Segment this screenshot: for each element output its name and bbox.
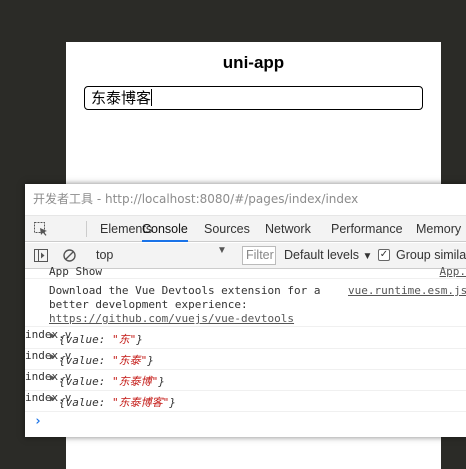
expand-triangle-icon[interactable]: ▶: [50, 373, 55, 383]
expand-triangle-icon[interactable]: ▶: [50, 352, 55, 362]
message-text: Download the Vue Devtools extension for …: [49, 284, 321, 297]
log-object: {value: "东泰博"}: [59, 375, 165, 388]
tab-separator: [86, 221, 87, 237]
inspect-element-icon[interactable]: [34, 222, 48, 236]
page-title: uni-app: [222, 53, 285, 72]
clear-console-icon[interactable]: [63, 249, 76, 262]
tab-performance[interactable]: Performance: [331, 216, 403, 242]
expand-triangle-icon[interactable]: ▶: [50, 331, 55, 341]
console-log-row[interactable]: ▶ {value: "东泰"} index.v: [25, 349, 466, 370]
console-message: Download the Vue Devtools extension for …: [25, 282, 466, 327]
input-value: 东泰博客: [91, 89, 152, 107]
log-object: {value: "东泰博客"}: [59, 396, 176, 409]
message-link[interactable]: https://github.com/vuejs/vue-devtools: [49, 312, 294, 325]
devtools-title: 开发者工具 - http://localhost:8080/#/pages/in…: [25, 184, 466, 214]
filter-input[interactable]: Filter: [242, 246, 276, 265]
console-output: App Show App. Download the Vue Devtools …: [25, 265, 466, 437]
sidebar-toggle-icon[interactable]: [34, 249, 48, 262]
console-prompt[interactable]: ›: [34, 414, 42, 429]
console-log-row[interactable]: ▶ {value: "东"} index.v: [25, 328, 466, 349]
devtools-tab-bar: Elements Console Sources Network Perform…: [25, 215, 466, 242]
context-select[interactable]: top: [96, 246, 229, 265]
tab-network[interactable]: Network: [265, 216, 311, 242]
tab-sources[interactable]: Sources: [204, 216, 250, 242]
chevron-down-icon: ▼: [362, 251, 373, 262]
context-value: top: [96, 248, 114, 262]
devtools-window: 开发者工具 - http://localhost:8080/#/pages/in…: [25, 184, 466, 437]
message-source-link[interactable]: App.: [440, 265, 466, 278]
log-levels-label: Default levels: [284, 248, 360, 262]
console-log-row[interactable]: ▶ {value: "东泰博客"} index.v: [25, 391, 466, 412]
console-message: App Show App.: [25, 265, 466, 279]
message-source-link[interactable]: vue.runtime.esm.js: [348, 284, 466, 297]
group-similar-checkbox[interactable]: ✓: [378, 249, 390, 261]
console-log-row[interactable]: ▶ {value: "东泰博"} index.v: [25, 370, 466, 391]
log-object: {value: "东泰"}: [59, 354, 154, 367]
tab-memory[interactable]: Memory: [416, 216, 461, 242]
text-caret: [151, 89, 153, 106]
log-object: {value: "东"}: [59, 333, 143, 346]
text-input[interactable]: 东泰博客: [84, 86, 423, 110]
log-levels-dropdown[interactable]: Default levels ▼: [284, 246, 372, 266]
expand-triangle-icon[interactable]: ▶: [50, 394, 55, 404]
tab-console[interactable]: Console: [142, 216, 188, 242]
dropdown-arrow-icon: ▼: [217, 245, 227, 256]
message-text: better development experience:: [49, 298, 248, 311]
group-similar-label: Group similar: [396, 248, 466, 262]
message-text: App Show: [49, 265, 102, 278]
